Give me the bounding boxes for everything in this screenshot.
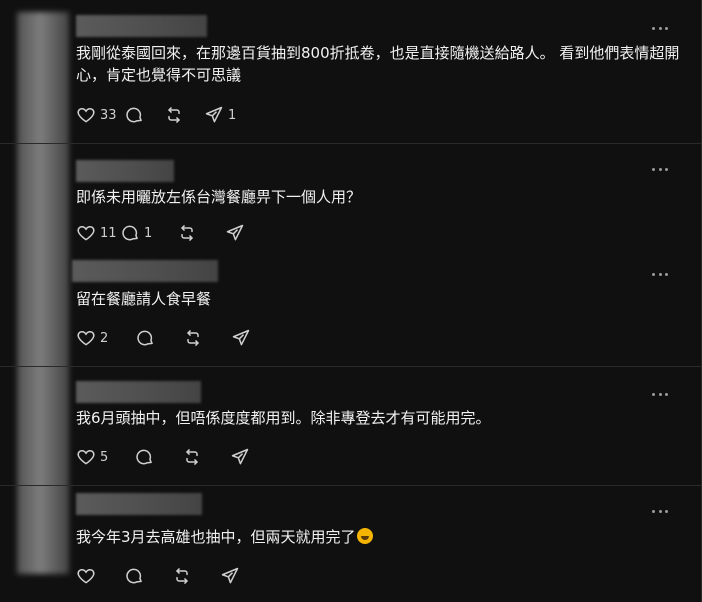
blurred-username[interactable]: [76, 15, 207, 37]
comment-text: 我今年3月去高雄也抽中，但兩天就用完了: [76, 526, 682, 548]
share-button[interactable]: [231, 328, 255, 348]
action-bar: 2: [76, 328, 255, 348]
repost-button[interactable]: [172, 566, 220, 586]
repost-arrows-icon: [186, 449, 198, 465]
blurred-username[interactable]: [72, 260, 218, 282]
repost-arrows-icon: [176, 568, 188, 584]
heart-icon: [77, 568, 95, 584]
heart-icon: [77, 449, 95, 465]
paper-plane-share-icon: [221, 567, 239, 584]
reply-button[interactable]: [124, 105, 164, 125]
paper-plane-share-icon: [205, 106, 223, 123]
more-dots-icon[interactable]: [652, 508, 668, 514]
repost-button[interactable]: [182, 447, 230, 467]
divider: [0, 143, 702, 144]
comment-text: 即係未用曬放左係台灣餐廳畀下一個人用？: [76, 188, 362, 206]
paper-plane-share-icon: [232, 329, 250, 346]
action-bar: 11 1: [76, 223, 249, 243]
reply-button[interactable]: 1: [120, 223, 177, 243]
like-count: 11: [100, 225, 117, 241]
action-bar: [76, 566, 244, 586]
like-button[interactable]: 33: [76, 105, 124, 125]
comment-bubble-icon: [126, 568, 142, 584]
like-count: 33: [100, 107, 117, 123]
comment-bubble-icon: [122, 225, 138, 241]
comment-text: 留在餐廳請人食早餐: [76, 290, 212, 308]
like-button[interactable]: [76, 566, 124, 586]
repost-arrows-icon: [168, 107, 180, 123]
reply-button[interactable]: [134, 447, 182, 467]
divider: [0, 366, 702, 367]
blurred-avatar-column: [17, 12, 69, 574]
divider: [0, 485, 702, 486]
action-bar: 33 1: [76, 105, 236, 125]
comment-text: 我剛從泰國回來，在那邊百貨抽到800折抵卷，也是直接隨機送給路人。 看到他們表情…: [76, 44, 680, 84]
like-button[interactable]: 5: [76, 447, 134, 467]
comment-text-body: 我今年3月去高雄也抽中，但兩天就用完了: [76, 528, 356, 546]
share-button[interactable]: 1: [204, 105, 236, 125]
like-button[interactable]: 11: [76, 223, 120, 243]
like-button[interactable]: 2: [76, 328, 135, 348]
reply-button[interactable]: [135, 328, 183, 348]
repost-button[interactable]: [177, 223, 225, 243]
repost-button[interactable]: [183, 328, 231, 348]
repost-arrows-icon: [181, 225, 193, 241]
share-button[interactable]: [230, 447, 254, 467]
reply-button[interactable]: [124, 566, 172, 586]
more-dots-icon[interactable]: [652, 166, 668, 172]
comment-bubble-icon: [137, 330, 153, 346]
more-dots-icon[interactable]: [652, 25, 668, 31]
paper-plane-share-icon: [226, 224, 244, 241]
more-dots-icon[interactable]: [652, 271, 668, 277]
comment-bubble-icon: [126, 107, 142, 123]
comment-text: 我6月頭抽中，但唔係度度都用到。除非專登去才有可能用完。: [76, 409, 491, 427]
blurred-username[interactable]: [76, 160, 174, 182]
blurred-username[interactable]: [76, 381, 201, 403]
rolling-on-floor-laughing-emoji-icon: [356, 528, 373, 544]
share-button[interactable]: [225, 223, 249, 243]
share-count: 1: [228, 107, 237, 123]
comment-thread: 我剛從泰國回來，在那邊百貨抽到800折抵卷，也是直接隨機送給路人。 看到他們表情…: [0, 0, 702, 602]
blurred-username[interactable]: [76, 493, 202, 515]
repost-button[interactable]: [164, 105, 204, 125]
like-count: 2: [100, 330, 109, 346]
more-dots-icon[interactable]: [652, 391, 668, 397]
repost-arrows-icon: [187, 330, 199, 346]
heart-icon: [77, 330, 95, 346]
heart-icon: [77, 107, 95, 123]
reply-count: 1: [144, 225, 153, 241]
action-bar: 5: [76, 447, 254, 467]
comment-bubble-icon: [136, 449, 152, 465]
paper-plane-share-icon: [231, 448, 249, 465]
heart-icon: [77, 225, 95, 241]
like-count: 5: [100, 449, 109, 465]
share-button[interactable]: [220, 566, 244, 586]
